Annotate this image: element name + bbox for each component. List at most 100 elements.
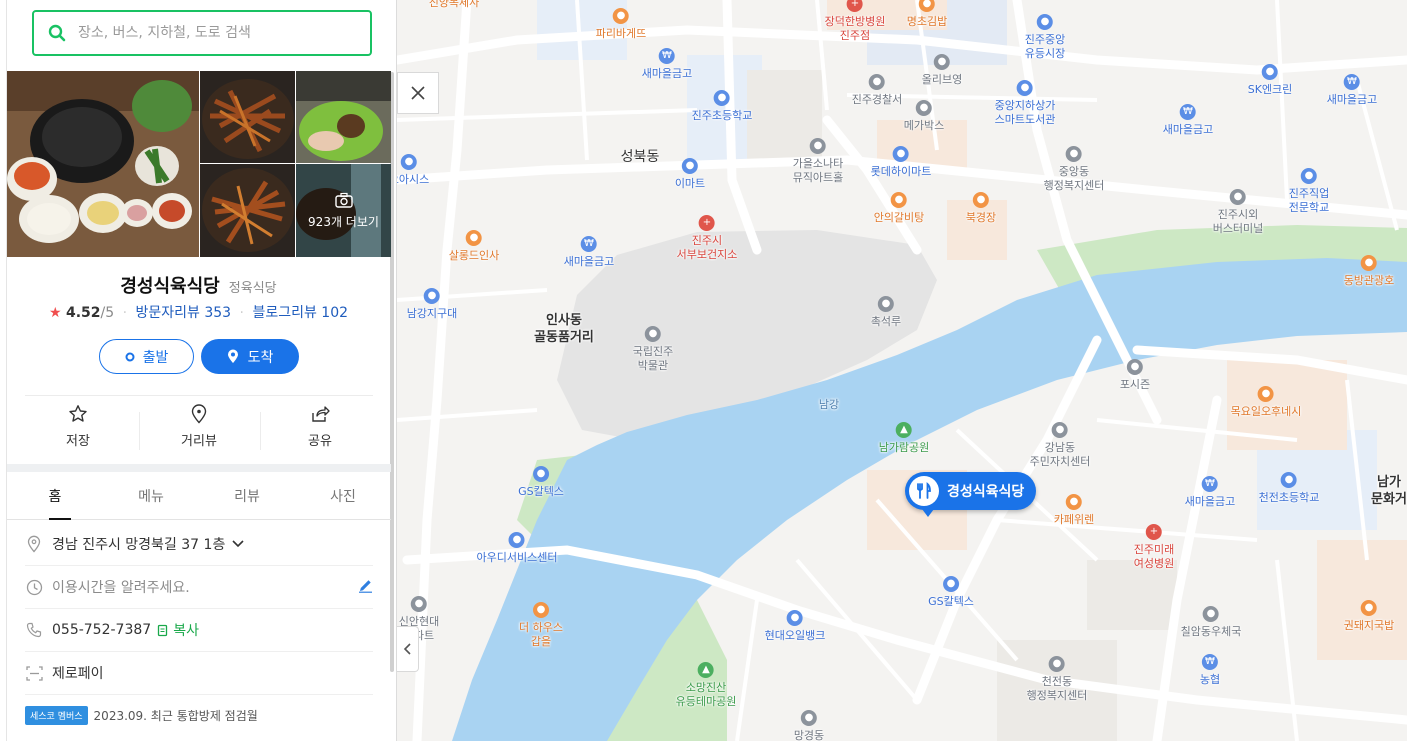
map-label[interactable]: ● 이마트 xyxy=(675,158,705,191)
cafe-icon: ● xyxy=(1258,386,1274,402)
arrive-button[interactable]: 도착 xyxy=(201,339,299,374)
map-label[interactable]: ₩ 새마을금고 xyxy=(642,48,692,81)
electronics-icon: ● xyxy=(892,146,909,162)
place-title: 경성식육식당 정육식당 xyxy=(0,272,396,298)
map-label[interactable]: ₩ 새마을금고 xyxy=(1327,74,1377,107)
map-label[interactable]: ● 국립진주 박물관 xyxy=(633,326,673,373)
copy-phone-button[interactable]: 복사 xyxy=(157,620,199,640)
map-label[interactable]: ● 파리바게뜨 xyxy=(596,8,646,41)
map-label[interactable]: ● 포시즌 xyxy=(1120,359,1150,392)
map-label[interactable]: ● 살롱드인사 xyxy=(449,230,499,263)
more-photos-label: 923개 더보기 xyxy=(308,214,379,229)
river-label: 남강 xyxy=(818,398,840,411)
gas-station-icon: ● xyxy=(786,610,803,626)
payment-row: 제로페이 xyxy=(25,652,373,695)
map-label[interactable]: ₩ 새마을금고 xyxy=(1185,476,1235,509)
map-label[interactable]: ● 망경동 xyxy=(794,710,824,741)
phone-row[interactable]: 055-752-7387 복사 xyxy=(25,609,373,652)
map-label[interactable]: 진양복체사 xyxy=(429,0,480,10)
photo-gallery[interactable]: 923개 더보기 xyxy=(7,71,391,257)
save-button[interactable]: 저장 xyxy=(18,404,138,454)
map-label[interactable]: ● 더 하우스 갑을 xyxy=(519,602,563,649)
place-name: 경성식육식당 xyxy=(120,276,220,297)
streetview-button[interactable]: 거리뷰 xyxy=(139,404,259,454)
bank-icon: ₩ xyxy=(1202,654,1218,670)
map-label[interactable]: ● 목요일오후네시 xyxy=(1231,386,1301,419)
selected-place-marker[interactable]: 경성식육식당 xyxy=(905,472,1037,517)
map-label[interactable]: + 진주시 서부보건지소 xyxy=(677,215,737,262)
map-view[interactable]: 진양복체사 ● 파리바게뜨 + 장덕한방병원 진주점 ● 명초김밥 ● 진주중앙 유등시… xyxy=(397,0,1407,741)
music-hall-icon: ● xyxy=(809,138,826,154)
bank-icon: ₩ xyxy=(658,48,675,64)
share-button[interactable]: 공유 xyxy=(260,404,380,454)
map-label[interactable]: ● 권돼지국밥 xyxy=(1344,600,1394,633)
map-label[interactable]: ● 가을소나타 뮤직아트홀 xyxy=(793,138,843,185)
map-label[interactable]: ● 동방관광호 xyxy=(1344,255,1394,288)
map-label[interactable]: ● 메가박스 xyxy=(904,100,944,133)
cinema-icon: ● xyxy=(915,100,932,116)
copy-label: 복사 xyxy=(173,623,199,639)
map-label[interactable]: ● 촉석루 xyxy=(871,296,901,329)
collapse-panel-button[interactable] xyxy=(397,626,419,672)
address-row[interactable]: 경남 진주시 망경북길 37 1층 xyxy=(25,523,373,566)
map-label[interactable]: ₩ 새마을금고 xyxy=(1163,104,1213,137)
map-label[interactable]: ● 진주시외 버스터미널 xyxy=(1213,189,1263,236)
edit-pencil-icon[interactable] xyxy=(358,578,373,597)
tab-home[interactable]: 홈 xyxy=(7,472,103,520)
map-label[interactable]: ● 중앙지하상가 스마트도서관 xyxy=(995,80,1055,127)
map-label[interactable]: ● 천전초등학교 xyxy=(1259,472,1319,505)
place-category: 정육식당 xyxy=(228,281,277,296)
tab-menu[interactable]: 메뉴 xyxy=(103,472,199,519)
hours-row[interactable]: 이용시간을 알려주세요. xyxy=(25,566,373,609)
photo-thumb[interactable] xyxy=(200,164,295,257)
map-label[interactable]: ● 진주중앙 유등시장 xyxy=(1025,14,1065,61)
map-label[interactable]: ● 롯데하이마트 xyxy=(871,146,931,179)
community-center-icon: ● xyxy=(1048,656,1065,672)
map-label[interactable]: ● 칠암동우체국 xyxy=(1181,606,1241,639)
map-label[interactable]: ● 명초김밥 xyxy=(907,0,947,29)
map-label[interactable]: ●오아시스 xyxy=(397,154,429,187)
search-icon[interactable] xyxy=(48,24,66,42)
map-label[interactable]: ● 강남동 주민자치센터 xyxy=(1030,422,1090,469)
tab-photos[interactable]: 사진 xyxy=(295,472,391,519)
map-label[interactable]: ● 현대오일뱅크 xyxy=(765,610,825,643)
map-label[interactable]: ● 천전동 행정복지센터 xyxy=(1027,656,1087,703)
visitor-reviews-link[interactable]: 방문자리뷰 353 xyxy=(136,305,232,321)
map-label[interactable]: ▲ 남가람공원 xyxy=(879,422,929,455)
map-label[interactable]: ● 올리브영 xyxy=(922,54,962,87)
tab-reviews[interactable]: 리뷰 xyxy=(199,472,295,519)
depart-button[interactable]: 출발 xyxy=(99,339,194,374)
photo-main[interactable] xyxy=(7,71,199,257)
search-input[interactable] xyxy=(78,25,348,41)
map-label[interactable]: + 장덕한방병원 진주점 xyxy=(825,0,885,43)
map-label[interactable]: ● 진주경찰서 xyxy=(852,74,902,107)
place-panel: 923개 더보기 경성식육식당 정육식당 ★ 4.52/5 · 방문자리뷰 35… xyxy=(0,0,397,741)
map-label[interactable]: ● GS칼텍스 xyxy=(928,576,974,609)
phone-number[interactable]: 055-752-7387 xyxy=(52,622,151,638)
map-label[interactable]: ● SK엔크린 xyxy=(1248,64,1292,97)
map-label[interactable]: + 진주미래 여성병원 xyxy=(1134,524,1174,571)
map-label[interactable]: ● 중앙동 행정복지센터 xyxy=(1044,146,1104,193)
chevron-down-icon[interactable] xyxy=(231,539,245,549)
map-label[interactable]: ● 진주초등학교 xyxy=(692,90,752,123)
separator-dot: · xyxy=(122,305,128,321)
map-label[interactable]: ₩ 새마을금고 xyxy=(564,236,614,269)
map-label[interactable]: ● 북경장 xyxy=(966,192,996,225)
map-label[interactable]: ▲ 소망진산 유등테마공원 xyxy=(676,662,736,709)
more-photos-button[interactable]: 923개 더보기 xyxy=(296,164,391,257)
map-label[interactable]: ● 카페위렌 xyxy=(1054,494,1094,527)
blog-reviews-link[interactable]: 블로그리뷰 102 xyxy=(252,305,348,321)
map-label[interactable]: ● 진주직업 전문학교 xyxy=(1289,168,1329,215)
school-icon: ● xyxy=(713,90,730,106)
search-box[interactable] xyxy=(32,10,372,56)
map-label[interactable]: ● GS칼텍스 xyxy=(518,466,564,499)
close-button[interactable] xyxy=(397,72,439,114)
map-label[interactable]: ● 남강지구대 xyxy=(407,288,457,321)
photo-thumb[interactable] xyxy=(200,71,295,163)
area-icon: ● xyxy=(801,710,817,726)
hospital-icon: + xyxy=(846,0,863,12)
map-label[interactable]: ● 안의갈비탕 xyxy=(874,192,924,225)
map-label[interactable]: ● 아우디서비스센터 xyxy=(477,532,557,565)
map-label[interactable]: ₩ 농협 xyxy=(1200,654,1220,687)
photo-thumb[interactable] xyxy=(296,71,391,163)
